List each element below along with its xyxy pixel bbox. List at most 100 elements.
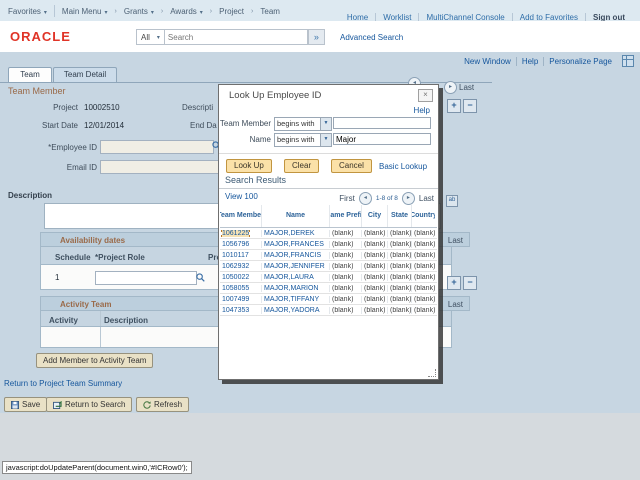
search-scope-select[interactable]: All: [136, 29, 165, 45]
result-state[interactable]: (blank): [388, 285, 412, 292]
result-name-prefix[interactable]: (blank): [330, 274, 362, 281]
result-name-link[interactable]: MAJOR,MARION: [262, 285, 330, 292]
result-country[interactable]: (blank): [412, 230, 435, 237]
result-country[interactable]: (blank): [412, 285, 435, 292]
result-city[interactable]: (blank): [362, 263, 388, 270]
grid-layout-icon[interactable]: [622, 55, 634, 67]
result-name-prefix[interactable]: (blank): [330, 230, 362, 237]
result-country[interactable]: (blank): [412, 296, 435, 303]
result-city[interactable]: (blank): [362, 307, 388, 314]
personalize-page-link[interactable]: Personalize Page: [543, 57, 617, 66]
result-name-link[interactable]: MAJOR,JENNIFER: [262, 263, 330, 270]
result-state[interactable]: (blank): [388, 307, 412, 314]
result-city[interactable]: (blank): [362, 230, 388, 237]
refresh-button[interactable]: Refresh: [136, 397, 189, 412]
spell-check-icon[interactable]: ab: [446, 195, 458, 207]
result-row[interactable]: 1007499 MAJOR,TIFFANY (blank) (blank) (b…: [220, 294, 437, 305]
result-country[interactable]: (blank): [412, 241, 435, 248]
close-icon[interactable]: ×: [418, 89, 433, 102]
tab-team-detail[interactable]: Team Detail: [53, 67, 117, 83]
cancel-button[interactable]: Cancel: [331, 159, 372, 173]
remove-row-button[interactable]: −: [463, 99, 477, 113]
result-city[interactable]: (blank): [362, 241, 388, 248]
favorites-menu[interactable]: Favorites: [8, 7, 47, 16]
advanced-search-link[interactable]: Advanced Search: [340, 33, 403, 42]
look-up-button[interactable]: Look Up: [226, 159, 272, 173]
result-city[interactable]: (blank): [362, 296, 388, 303]
clear-button[interactable]: Clear: [284, 159, 319, 173]
employee-id-input[interactable]: [100, 140, 214, 154]
help-link[interactable]: Help: [516, 57, 543, 66]
result-row[interactable]: 1050022 MAJOR,LAURA (blank) (blank) (bla…: [220, 272, 437, 283]
project-role-lookup-icon[interactable]: [196, 273, 205, 282]
result-state[interactable]: (blank): [388, 263, 412, 270]
dialog-help-link[interactable]: Help: [414, 106, 430, 115]
result-city[interactable]: (blank): [362, 285, 388, 292]
basic-lookup-link[interactable]: Basic Lookup: [379, 162, 427, 171]
return-to-project-team-summary-link[interactable]: Return to Project Team Summary: [4, 379, 122, 388]
result-country[interactable]: (blank): [412, 307, 435, 314]
result-state[interactable]: (blank): [388, 241, 412, 248]
result-state[interactable]: (blank): [388, 230, 412, 237]
add-member-button[interactable]: Add Member to Activity Team: [36, 353, 153, 368]
result-name-prefix[interactable]: (blank): [330, 285, 362, 292]
result-employee-id-link[interactable]: 1061225: [222, 230, 249, 237]
result-employee-id-link[interactable]: 1056796: [222, 241, 249, 248]
name-search-input[interactable]: [333, 133, 431, 145]
breadcrumb-item-awards[interactable]: Awards: [170, 7, 203, 16]
availability-last-link[interactable]: Last: [448, 236, 463, 245]
breadcrumb-item-main-menu[interactable]: Main Menu: [62, 7, 108, 16]
result-country[interactable]: (blank): [412, 263, 435, 270]
return-to-search-button[interactable]: Return to Search: [46, 397, 132, 412]
team-member-search-input[interactable]: [333, 117, 431, 129]
result-state[interactable]: (blank): [388, 274, 412, 281]
result-name-link[interactable]: MAJOR,LAURA: [262, 274, 330, 281]
result-name-link[interactable]: MAJOR,FRANCES: [262, 241, 330, 248]
result-employee-id-link[interactable]: 1010117: [222, 252, 249, 259]
result-employee-id-link[interactable]: 1050022: [222, 274, 249, 281]
result-row[interactable]: 1062932 MAJOR,JENNIFER (blank) (blank) (…: [220, 261, 437, 272]
result-name-link[interactable]: MAJOR,DEREK: [262, 230, 330, 237]
next-row-icon[interactable]: ▸: [444, 81, 457, 94]
breadcrumb-item-team[interactable]: Team: [260, 7, 280, 16]
result-name-prefix[interactable]: (blank): [330, 241, 362, 248]
activity-last-link[interactable]: Last: [448, 300, 463, 309]
result-employee-id-link[interactable]: 1062932: [222, 263, 249, 270]
result-row[interactable]: 1047353 MAJOR,YADORA (blank) (blank) (bl…: [220, 305, 437, 316]
view-100-link[interactable]: View 100: [225, 192, 258, 201]
result-row[interactable]: 1056796 MAJOR,FRANCES (blank) (blank) (b…: [220, 239, 437, 250]
result-name-prefix[interactable]: (blank): [330, 263, 362, 270]
result-name-link[interactable]: MAJOR,TIFFANY: [262, 296, 330, 303]
result-city[interactable]: (blank): [362, 252, 388, 259]
result-name-link[interactable]: MAJOR,FRANCIS: [262, 252, 330, 259]
new-window-link[interactable]: New Window: [459, 57, 516, 66]
result-name-prefix[interactable]: (blank): [330, 307, 362, 314]
result-employee-id-link[interactable]: 1047353: [222, 307, 249, 314]
search-go-button[interactable]: »: [308, 29, 325, 45]
save-button[interactable]: Save: [4, 397, 47, 412]
result-name-prefix[interactable]: (blank): [330, 252, 362, 259]
result-city[interactable]: (blank): [362, 274, 388, 281]
resize-handle-icon[interactable]: [428, 369, 436, 377]
availability-add-row-button[interactable]: +: [447, 276, 461, 290]
name-operator-select[interactable]: begins with▼: [274, 133, 332, 147]
first-link[interactable]: First: [339, 194, 355, 203]
availability-remove-row-button[interactable]: −: [463, 276, 477, 290]
result-employee-id-link[interactable]: 1058055: [222, 285, 249, 292]
result-name-prefix[interactable]: (blank): [330, 296, 362, 303]
result-state[interactable]: (blank): [388, 296, 412, 303]
result-row[interactable]: 1061225 MAJOR,DEREK (blank) (blank) (bla…: [220, 228, 437, 239]
breadcrumb-item-project[interactable]: Project: [219, 7, 244, 16]
result-employee-id-link[interactable]: 1007499: [222, 296, 249, 303]
last-link[interactable]: Last: [419, 194, 434, 203]
search-input[interactable]: [165, 29, 308, 45]
breadcrumb-item-grants[interactable]: Grants: [124, 7, 154, 16]
result-country[interactable]: (blank): [412, 252, 435, 259]
email-id-input[interactable]: [100, 160, 231, 174]
team-member-operator-select[interactable]: begins with▼: [274, 117, 332, 131]
result-country[interactable]: (blank): [412, 274, 435, 281]
next-page-icon[interactable]: ▸: [402, 192, 415, 205]
result-name-link[interactable]: MAJOR,YADORA: [262, 307, 330, 314]
tab-team[interactable]: Team: [8, 67, 52, 83]
add-row-button[interactable]: +: [447, 99, 461, 113]
